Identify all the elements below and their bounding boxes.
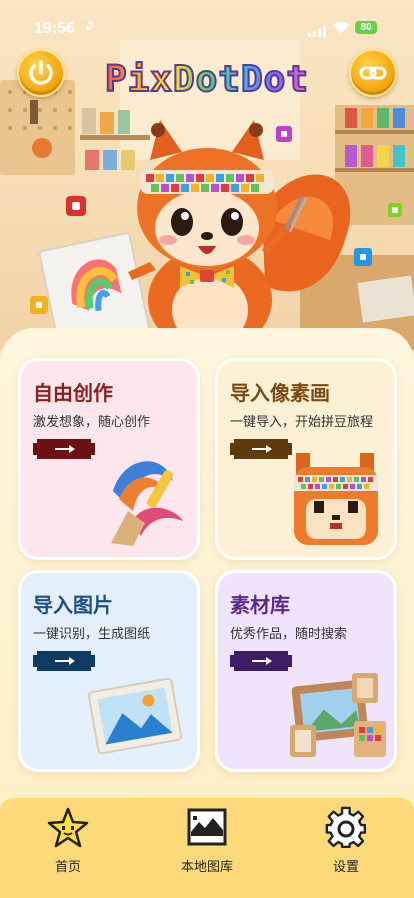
gallery-icon <box>187 808 227 846</box>
pixel-squirrel-illustration <box>294 453 378 545</box>
nav-settings[interactable]: 设置 <box>306 806 386 875</box>
card-title: 导入像素画 <box>230 381 330 405</box>
nav-label: 设置 <box>332 860 359 875</box>
card-subtitle: 激发想象，随心创作 <box>33 415 151 430</box>
cellular-signal-icon <box>308 22 326 41</box>
status-time: 19:56 <box>34 20 75 37</box>
arrow-right-icon <box>33 651 95 671</box>
arrow-right-icon <box>230 439 292 459</box>
material-library-card[interactable]: 素材库 优秀作品，随时搜索 <box>215 570 397 772</box>
mute-bell-icon <box>84 20 96 36</box>
card-title: 导入图片 <box>33 593 113 617</box>
nav-local-gallery[interactable]: 本地图库 <box>167 806 247 875</box>
wifi-icon <box>332 20 350 39</box>
power-icon <box>29 60 53 85</box>
card-subtitle: 一键导入，开始拼豆旅程 <box>230 415 374 430</box>
free-create-card[interactable]: 自由创作 激发想象，随心创作 <box>18 358 200 560</box>
image-frame-illustration <box>87 677 183 755</box>
link-button[interactable] <box>349 49 397 97</box>
nav-home[interactable]: 首页 <box>28 806 108 875</box>
gear-icon <box>325 806 367 849</box>
arrow-right-icon <box>33 439 95 459</box>
nav-label: 首页 <box>54 860 81 875</box>
import-image-card[interactable]: 导入图片 一键识别，生成图纸 <box>18 570 200 772</box>
link-icon <box>359 66 387 80</box>
material-frames-illustration <box>290 673 386 757</box>
battery-indicator: 80 <box>355 21 377 34</box>
app-logo: PixDotDot <box>104 56 310 104</box>
import-pixel-art-card[interactable]: 导入像素画 一键导入，开始拼豆旅程 <box>215 358 397 560</box>
card-title: 素材库 <box>230 593 290 617</box>
card-title: 自由创作 <box>33 381 113 405</box>
bottom-nav: 首页 本地图库 设置 <box>0 796 414 898</box>
card-subtitle: 一键识别，生成图纸 <box>33 627 151 642</box>
nav-label: 本地图库 <box>180 860 233 875</box>
card-subtitle: 优秀作品，随时搜索 <box>230 627 348 642</box>
star-icon <box>47 807 89 848</box>
status-bar: 19:56 80 <box>0 0 414 44</box>
arrow-right-icon <box>230 651 292 671</box>
power-button[interactable] <box>17 49 65 97</box>
paintbrush-illustration <box>111 461 183 546</box>
